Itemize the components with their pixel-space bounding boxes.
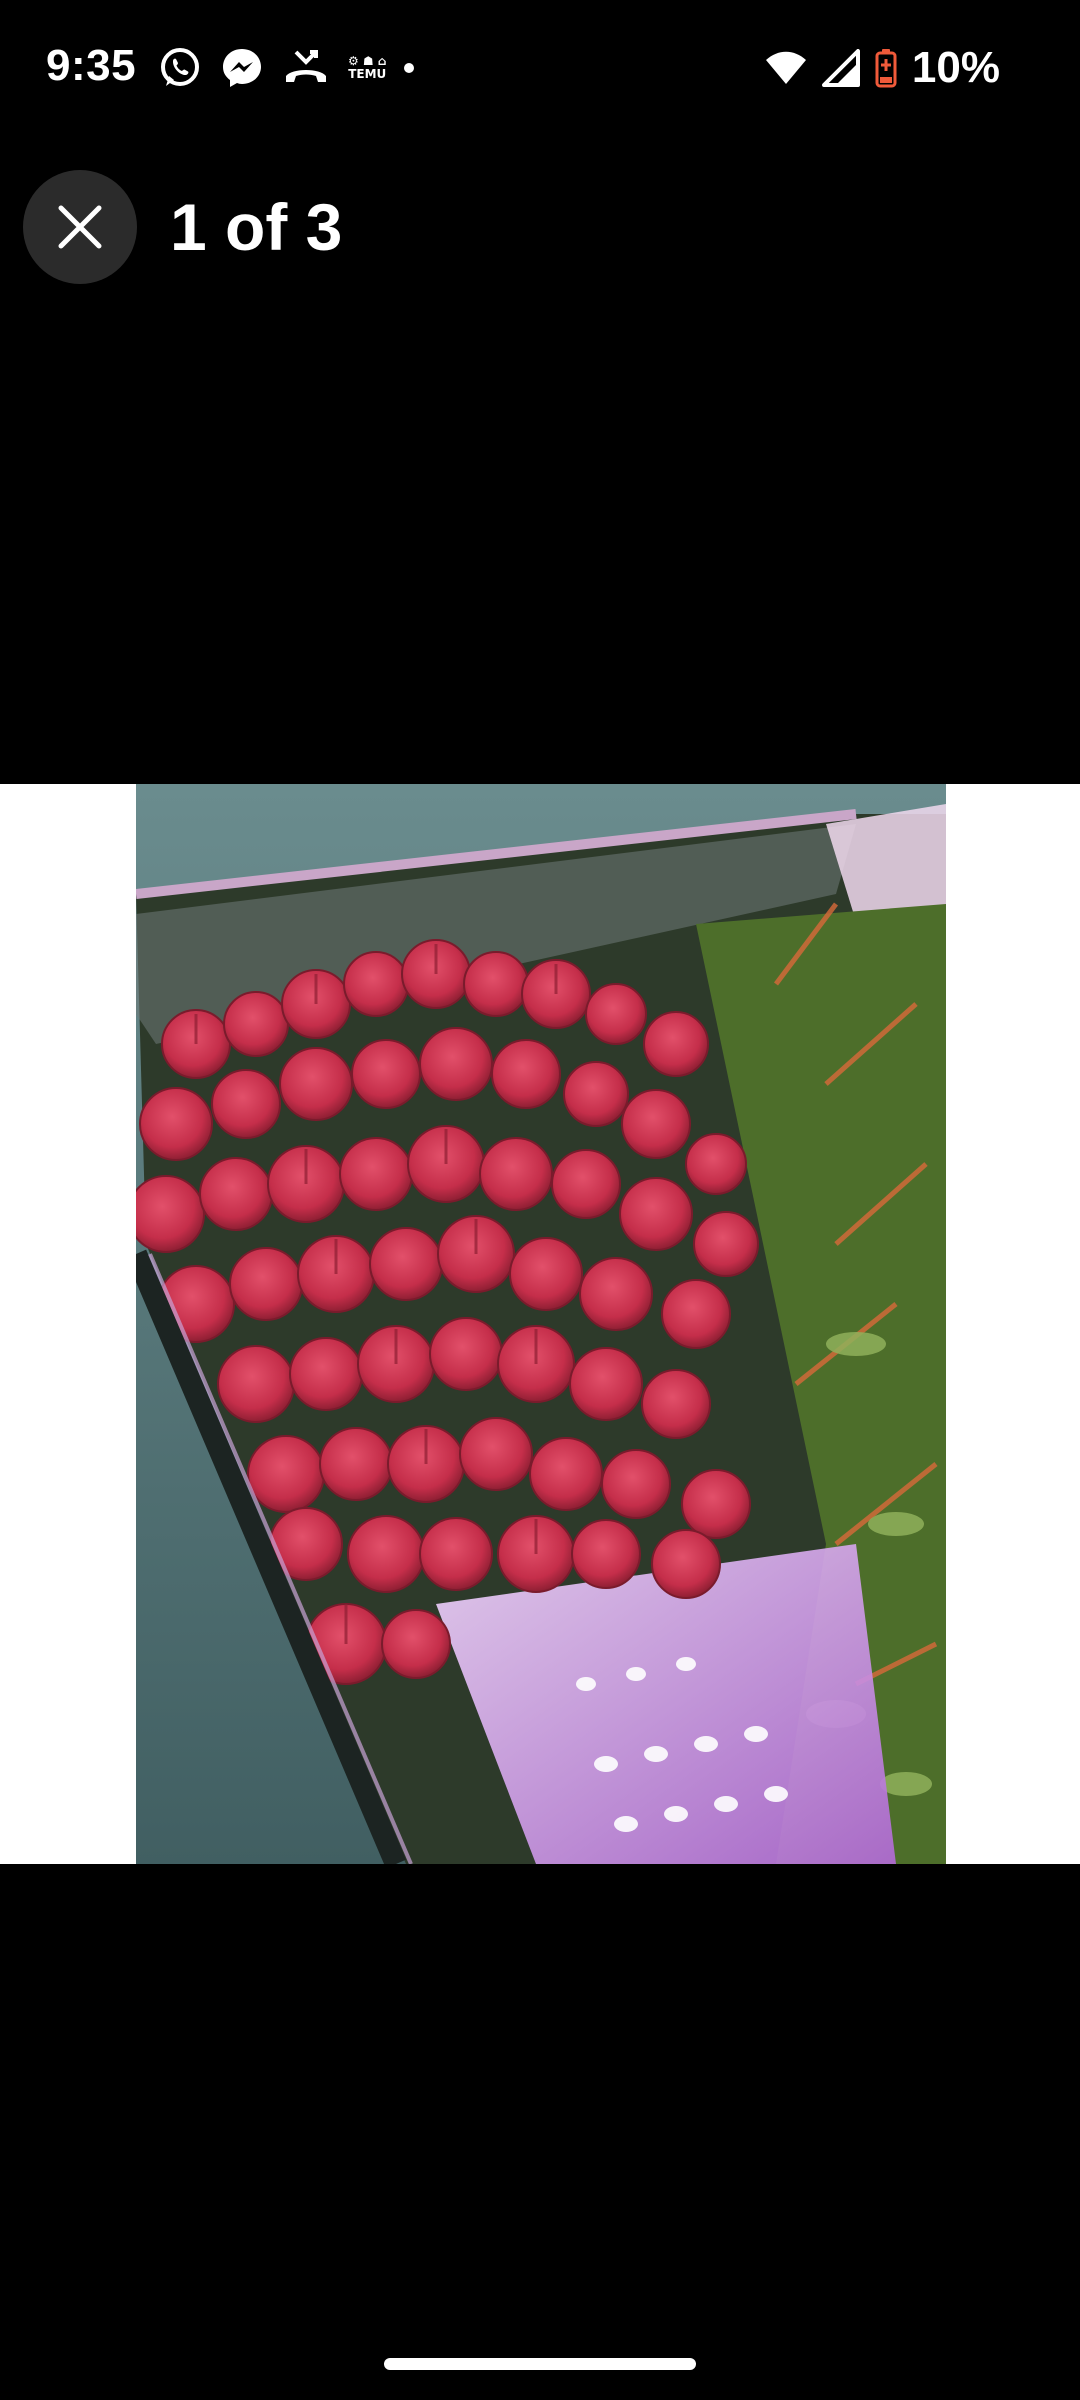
battery-low-icon — [875, 49, 897, 88]
battery-percent: 10% — [911, 43, 1000, 92]
system-status-icons: 10% — [764, 42, 1000, 94]
temu-icon-label: TEMU — [348, 67, 387, 81]
cellular-signal-icon — [821, 49, 860, 87]
temu-icon: ⚙ ☗ ⌂ TEMU — [348, 55, 386, 81]
image-viewer-screen: 9:35 ⚙ ☗ ⌂ TEMU 10% 1 of 3 — [0, 0, 1080, 2400]
notification-icons: ⚙ ☗ ⌂ TEMU — [158, 44, 415, 92]
status-bar: 9:35 ⚙ ☗ ⌂ TEMU 10% — [0, 0, 1080, 130]
close-icon — [58, 205, 102, 249]
status-time: 9:35 — [46, 41, 137, 90]
image-counter: 1 of 3 — [170, 190, 343, 264]
more-notifications-dot — [404, 63, 415, 73]
product-photo[interactable] — [136, 784, 946, 1864]
aquarium-plants-image — [136, 784, 946, 1864]
wifi-icon — [765, 51, 806, 84]
close-button[interactable] — [23, 170, 137, 284]
home-gesture-bar[interactable] — [384, 2358, 696, 2370]
missed-call-icon — [286, 50, 326, 82]
whatsapp-icon — [161, 48, 199, 86]
image-frame — [0, 784, 1080, 1864]
messenger-icon — [223, 49, 261, 87]
